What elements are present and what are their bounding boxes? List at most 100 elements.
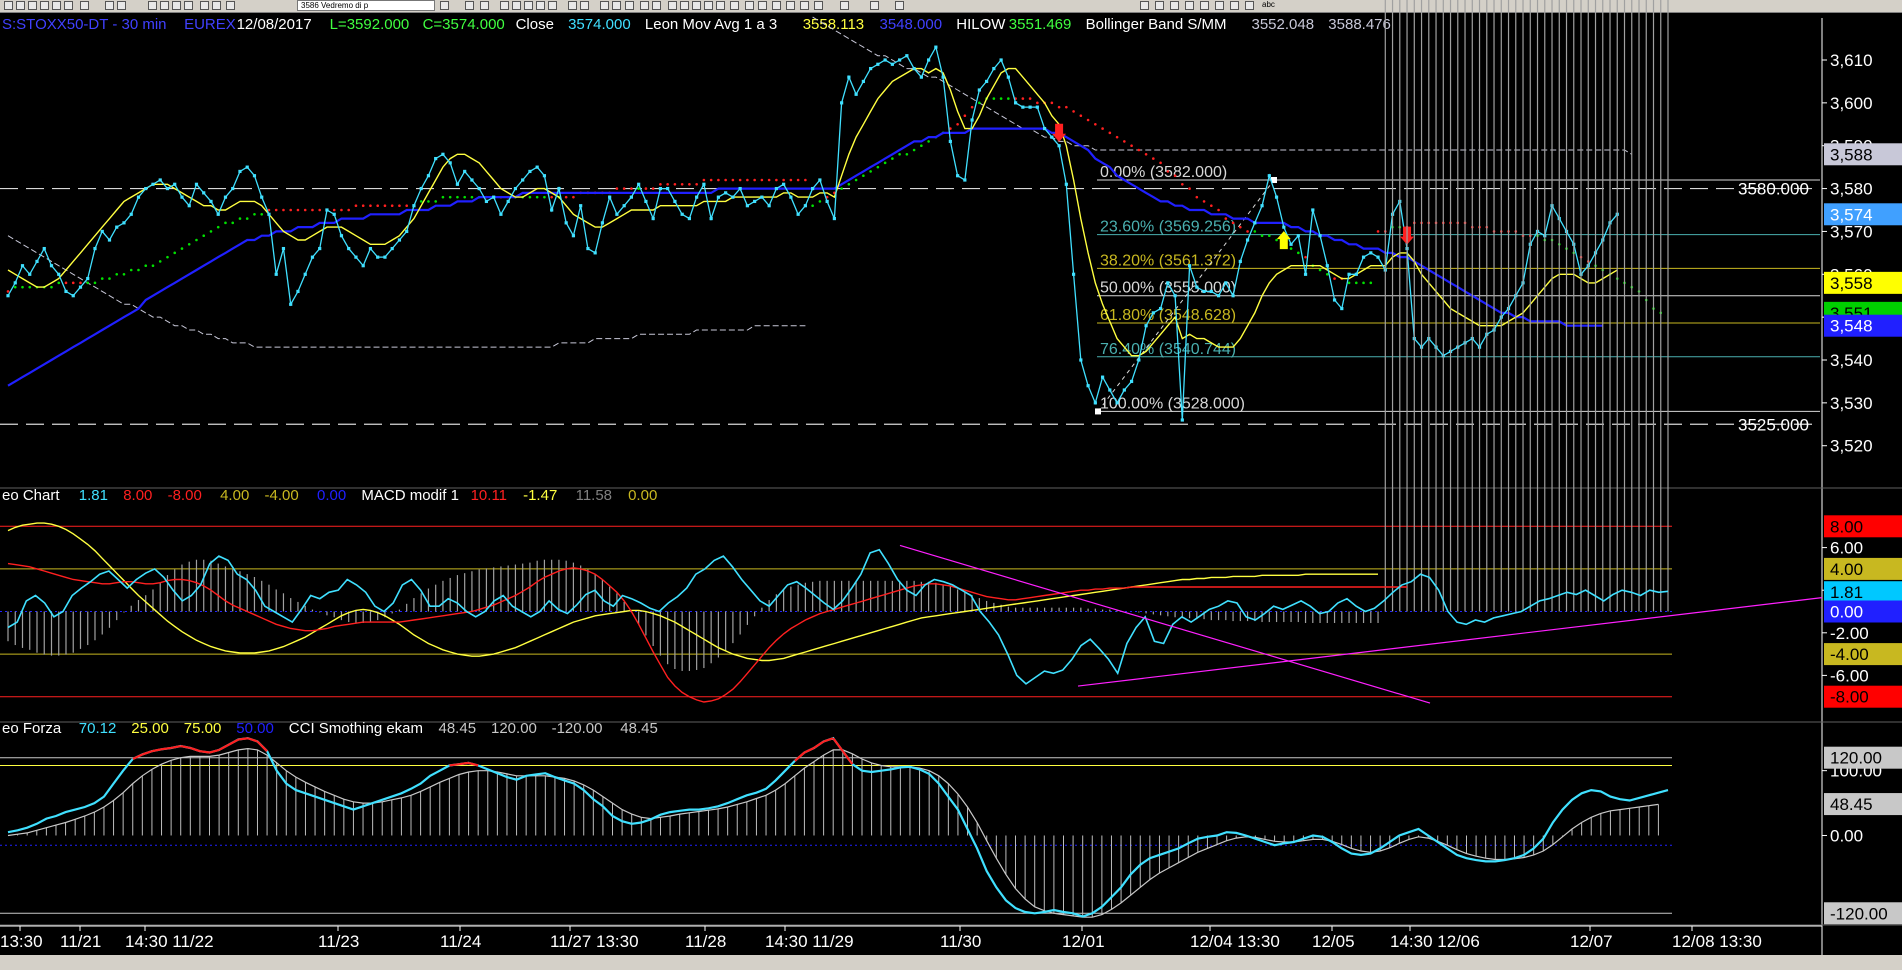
hilow-dot xyxy=(898,152,901,156)
hilow-dot xyxy=(572,195,575,199)
price-ytick-label: 3,580 xyxy=(1830,180,1873,199)
close-point xyxy=(615,212,619,216)
hilow-dot xyxy=(144,264,148,268)
price-header-item: S:STOXX50-DT - 30 min xyxy=(2,16,167,33)
close-point xyxy=(927,58,931,62)
forza-overbought-segment xyxy=(161,746,172,751)
hilow-dot xyxy=(173,251,177,255)
level-label: 3580.000 xyxy=(1738,180,1809,199)
macd-header-item: 1.81 xyxy=(79,487,108,504)
macd-header-item: eo Chart xyxy=(2,487,60,504)
hilow-dot xyxy=(1369,281,1373,285)
hilow-dot xyxy=(543,195,546,199)
hilow-dot xyxy=(216,225,220,229)
close-point xyxy=(1361,255,1366,259)
hilow-dot xyxy=(1181,182,1184,186)
close-point xyxy=(956,174,960,178)
close-point xyxy=(281,246,286,251)
hilow-dot xyxy=(782,178,785,182)
x-tick-label: 11/28 xyxy=(685,932,726,951)
close-point xyxy=(158,178,162,182)
hilow-dot xyxy=(970,105,974,109)
hilow-dot xyxy=(100,277,104,280)
close-point xyxy=(1006,75,1010,79)
close-point xyxy=(760,195,764,199)
chart-area[interactable]: S:STOXX50-DT - 30 min EUREX 12/08/2017 L=35… xyxy=(0,0,1902,955)
hilow-dot xyxy=(1333,277,1336,280)
price-ytick-label: 3,540 xyxy=(1830,351,1873,370)
hilow-dot xyxy=(680,182,684,186)
hilow-dot xyxy=(1173,174,1177,178)
hilow-dot xyxy=(64,281,68,285)
close-point xyxy=(811,186,815,191)
hilow-dot xyxy=(883,161,887,165)
price-value-box-label: 3,558 xyxy=(1830,274,1873,293)
close-point xyxy=(144,186,148,191)
close-point xyxy=(180,195,184,199)
close-point xyxy=(93,246,97,251)
close-point xyxy=(1340,306,1344,311)
hilow-dot xyxy=(1159,161,1162,165)
hilow-dot xyxy=(195,238,198,242)
close-point xyxy=(1115,401,1119,405)
hilow-dot xyxy=(1217,208,1220,212)
hilow-dot xyxy=(615,187,619,190)
close-point xyxy=(470,178,474,182)
close-point xyxy=(528,169,532,174)
hilow-dot xyxy=(630,187,633,190)
cci-header-item: 70.12 xyxy=(79,720,117,737)
close-point xyxy=(289,302,293,306)
close-point xyxy=(1064,182,1068,186)
hilow-dot xyxy=(71,281,75,285)
hilow-dot xyxy=(1304,255,1307,259)
hilow-dot xyxy=(811,204,814,208)
close-point xyxy=(20,264,25,268)
cci-value-box-label: 120.00 xyxy=(1830,749,1882,768)
close-point xyxy=(883,58,887,62)
close-point xyxy=(1108,388,1112,392)
cci-value-box-label: -120.00 xyxy=(1830,904,1888,923)
price-header-item: 3574.000 xyxy=(568,16,631,33)
hilow-dot xyxy=(115,272,119,276)
price-header-item: 3548.000 xyxy=(880,16,943,33)
hilow-dot xyxy=(361,204,365,208)
close-point xyxy=(1347,272,1351,276)
hilow-dot xyxy=(369,204,372,208)
hilow-dot xyxy=(717,178,720,182)
forza-overbought-segment xyxy=(794,751,806,762)
hilow-dot xyxy=(21,285,24,289)
close-point xyxy=(325,208,329,212)
close-point xyxy=(542,174,547,178)
close-point xyxy=(919,75,923,79)
hilow-dot xyxy=(282,208,285,212)
hilow-dot xyxy=(688,182,691,186)
macd-value-box-label: -8.00 xyxy=(1830,688,1869,707)
close-point xyxy=(890,62,894,66)
close-point xyxy=(1144,324,1148,328)
hilow-dot xyxy=(1289,247,1293,250)
close-point xyxy=(499,212,503,216)
close-point xyxy=(1282,225,1286,229)
hilow-dot xyxy=(1195,195,1199,199)
hilow-dot xyxy=(238,217,242,220)
close-point xyxy=(397,238,402,242)
hilow-dot xyxy=(1050,101,1054,105)
close-point xyxy=(216,212,220,216)
x-tick-label: 11/21 xyxy=(60,932,101,951)
forza-overbought-segment xyxy=(823,737,834,743)
close-point xyxy=(448,161,452,165)
close-point xyxy=(274,272,278,276)
forza-overbought-segment xyxy=(151,748,162,753)
price-header-item: Leon Mov Avg 1 a 3 xyxy=(645,16,777,33)
hilow-dot xyxy=(1123,140,1126,143)
close-point xyxy=(383,255,387,259)
macd-header-item: 8.00 xyxy=(123,487,152,504)
cci-header-item: 48.45 xyxy=(620,720,658,737)
close-point xyxy=(767,204,771,208)
close-point xyxy=(1158,306,1163,311)
close-point xyxy=(49,264,54,268)
hilow-dot xyxy=(999,97,1003,100)
close-point xyxy=(687,216,691,221)
price-header-item: C=3574.000 xyxy=(423,16,505,33)
hilow-dot xyxy=(1166,170,1170,173)
